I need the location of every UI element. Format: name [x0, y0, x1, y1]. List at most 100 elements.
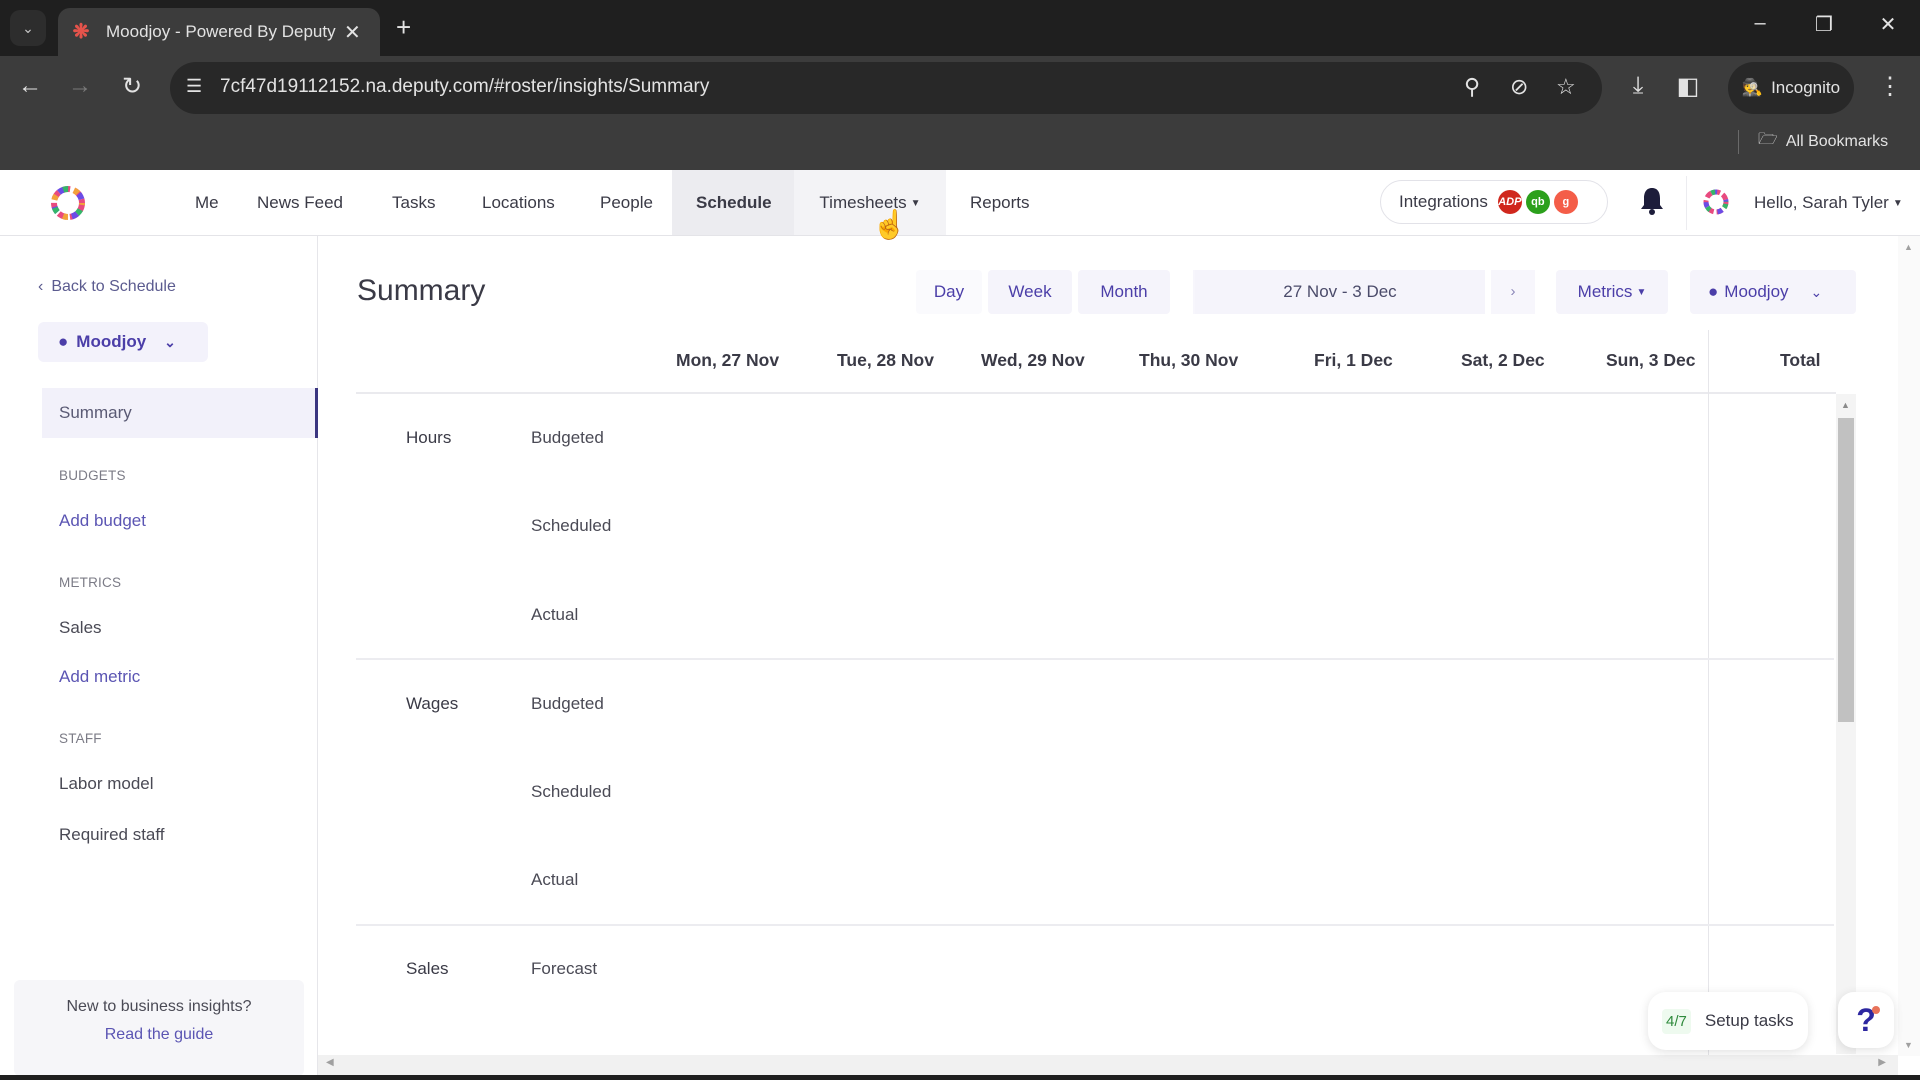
back-arrow-icon[interactable]: ←: [14, 72, 46, 100]
location-dropdown[interactable]: ● Moodjoy ⌄: [1690, 270, 1856, 314]
new-tab-button[interactable]: +: [396, 12, 411, 43]
setup-tasks-button[interactable]: 4/7 Setup tasks: [1648, 992, 1808, 1050]
bookmarks-bar: 🗁 All Bookmarks: [0, 120, 1920, 170]
business-logo-icon: [1703, 189, 1729, 215]
forward-arrow-icon[interactable]: →: [64, 72, 96, 100]
scroll-left-icon[interactable]: ◀: [326, 1057, 334, 1068]
browser-tab-strip: ⌄ ❋ Moodjoy - Powered By Deputy ✕ + – ❐ …: [0, 0, 1920, 56]
reload-icon[interactable]: ↻: [116, 72, 148, 101]
table-row-label: Actual: [531, 605, 579, 624]
caret-down-icon: ▼: [1892, 198, 1903, 210]
app-top-nav: Me News Feed Tasks Locations People Sche…: [0, 170, 1920, 236]
tab-title: Moodjoy - Powered By Deputy: [106, 22, 336, 41]
back-to-schedule-link[interactable]: ‹ Back to Schedule: [38, 278, 176, 296]
section-metrics: METRICS: [59, 575, 122, 590]
column-header: Sun, 3 Dec: [1606, 350, 1696, 370]
chevron-left-icon: ‹: [38, 278, 44, 295]
side-panel-icon[interactable]: ◧: [1672, 72, 1704, 101]
nav-me[interactable]: Me: [171, 170, 243, 235]
browser-menu-icon[interactable]: ⋮: [1874, 72, 1906, 101]
site-settings-icon[interactable]: ☰: [186, 76, 202, 97]
incognito-badge[interactable]: 🕵 Incognito: [1728, 62, 1854, 114]
back-label: Back to Schedule: [51, 278, 176, 295]
guide-promo: New to business insights? Read the guide: [14, 980, 304, 1076]
group-divider: [356, 924, 1834, 926]
integrations-label: Integrations: [1399, 192, 1488, 211]
table-row-label: Budgeted: [531, 694, 604, 713]
map-pin-icon: ●: [58, 332, 69, 351]
window-close-icon[interactable]: ✕: [1868, 12, 1908, 37]
download-icon[interactable]: ⤓: [1622, 72, 1654, 100]
address-bar[interactable]: ☰ 7cf47d19112152.na.deputy.com/#roster/i…: [170, 62, 1602, 114]
sidebar-item-sales[interactable]: Sales: [59, 618, 102, 638]
horizontal-scrollbar[interactable]: ◀ ▶: [318, 1055, 1898, 1075]
scroll-right-icon[interactable]: ▶: [1878, 1057, 1886, 1068]
table-scroll-thumb[interactable]: [1838, 418, 1854, 722]
location-select[interactable]: ● Moodjoy ⌄: [38, 322, 208, 362]
date-range-picker[interactable]: 27 Nov - 3 Dec: [1195, 270, 1485, 314]
tab-search-button[interactable]: ⌄: [10, 10, 46, 46]
group-label-wages: Wages: [406, 694, 459, 713]
column-header: Wed, 29 Nov: [981, 350, 1085, 370]
url-text[interactable]: 7cf47d19112152.na.deputy.com/#roster/ins…: [220, 76, 709, 98]
table-row-label: Scheduled: [531, 782, 612, 801]
zoom-icon[interactable]: ⚲: [1464, 74, 1480, 100]
user-menu[interactable]: Hello, Sarah Tyler ▼: [1754, 170, 1903, 235]
browser-toolbar: ← → ↻ ☰ 7cf47d19112152.na.deputy.com/#ro…: [0, 56, 1920, 120]
chevron-down-icon: ⌄: [164, 333, 176, 350]
read-guide-link[interactable]: Read the guide: [14, 1026, 304, 1044]
column-header: Thu, 30 Nov: [1139, 350, 1239, 370]
section-budgets: BUDGETS: [59, 468, 126, 483]
view-week-button[interactable]: Week: [988, 270, 1072, 314]
sidebar-item-summary[interactable]: Summary: [42, 388, 318, 438]
scroll-up-icon[interactable]: ▲: [1841, 400, 1850, 410]
tab-close-icon[interactable]: ✕: [344, 20, 361, 45]
sidebar-item-required-staff[interactable]: Required staff: [59, 825, 165, 845]
nav-tasks[interactable]: Tasks: [368, 170, 459, 235]
location-label: Moodjoy: [1724, 282, 1789, 301]
nav-news-feed[interactable]: News Feed: [233, 170, 367, 235]
nav-divider: [1686, 176, 1687, 230]
notification-bell-icon[interactable]: [1638, 186, 1666, 216]
deputy-logo-icon[interactable]: [44, 182, 92, 224]
folder-icon: 🗁: [1758, 131, 1778, 148]
integrations-button[interactable]: Integrations ADP qb g: [1380, 180, 1608, 224]
add-metric-link[interactable]: Add metric: [59, 667, 140, 687]
column-header: Sat, 2 Dec: [1461, 350, 1545, 370]
scroll-up-icon[interactable]: ▲: [1904, 242, 1913, 252]
add-budget-link[interactable]: Add budget: [59, 511, 146, 531]
bookmark-star-icon[interactable]: ☆: [1556, 74, 1576, 100]
restore-icon[interactable]: ❐: [1804, 12, 1844, 37]
metrics-label: Metrics: [1577, 282, 1633, 301]
adp-icon: ADP: [1497, 190, 1522, 214]
page-vertical-scrollbar[interactable]: ▲ ▼: [1898, 236, 1920, 1056]
browser-tab-active[interactable]: ❋ Moodjoy - Powered By Deputy ✕: [58, 8, 380, 56]
hand-pointer-cursor-icon: ☝: [872, 209, 907, 240]
chevron-down-icon: ▼: [1636, 286, 1647, 298]
help-button[interactable]: ?: [1838, 992, 1894, 1048]
view-day-button[interactable]: Day: [916, 270, 982, 314]
minimize-icon[interactable]: –: [1740, 12, 1780, 35]
nav-reports[interactable]: Reports: [946, 170, 1054, 235]
chevron-down-icon: ⌄: [1810, 284, 1823, 300]
group-divider: [356, 658, 1834, 660]
all-bookmarks-label: All Bookmarks: [1785, 132, 1889, 150]
user-greeting: Hello, Sarah Tyler: [1754, 193, 1889, 212]
chevron-right-icon: ›: [1510, 283, 1516, 300]
taskbar-edge: [0, 1075, 1920, 1080]
next-week-button[interactable]: ›: [1491, 270, 1535, 314]
nav-people[interactable]: People: [576, 170, 677, 235]
scroll-down-icon[interactable]: ▼: [1904, 1040, 1913, 1050]
nav-timesheets[interactable]: Timesheets ▼: [794, 170, 946, 235]
table-row-label: Forecast: [531, 959, 598, 978]
eye-off-icon[interactable]: ⊘: [1510, 74, 1528, 100]
table-row-label: Scheduled: [531, 516, 612, 535]
sidebar-item-labor-model[interactable]: Labor model: [59, 774, 154, 794]
caret-down-icon: ▼: [910, 198, 921, 210]
nav-schedule[interactable]: Schedule: [672, 170, 794, 235]
setup-tasks-label: Setup tasks: [1704, 1011, 1794, 1030]
metrics-dropdown[interactable]: Metrics ▼: [1556, 270, 1668, 314]
view-month-button[interactable]: Month: [1078, 270, 1170, 314]
all-bookmarks-button[interactable]: 🗁 All Bookmarks: [1758, 128, 1888, 155]
nav-locations[interactable]: Locations: [458, 170, 579, 235]
